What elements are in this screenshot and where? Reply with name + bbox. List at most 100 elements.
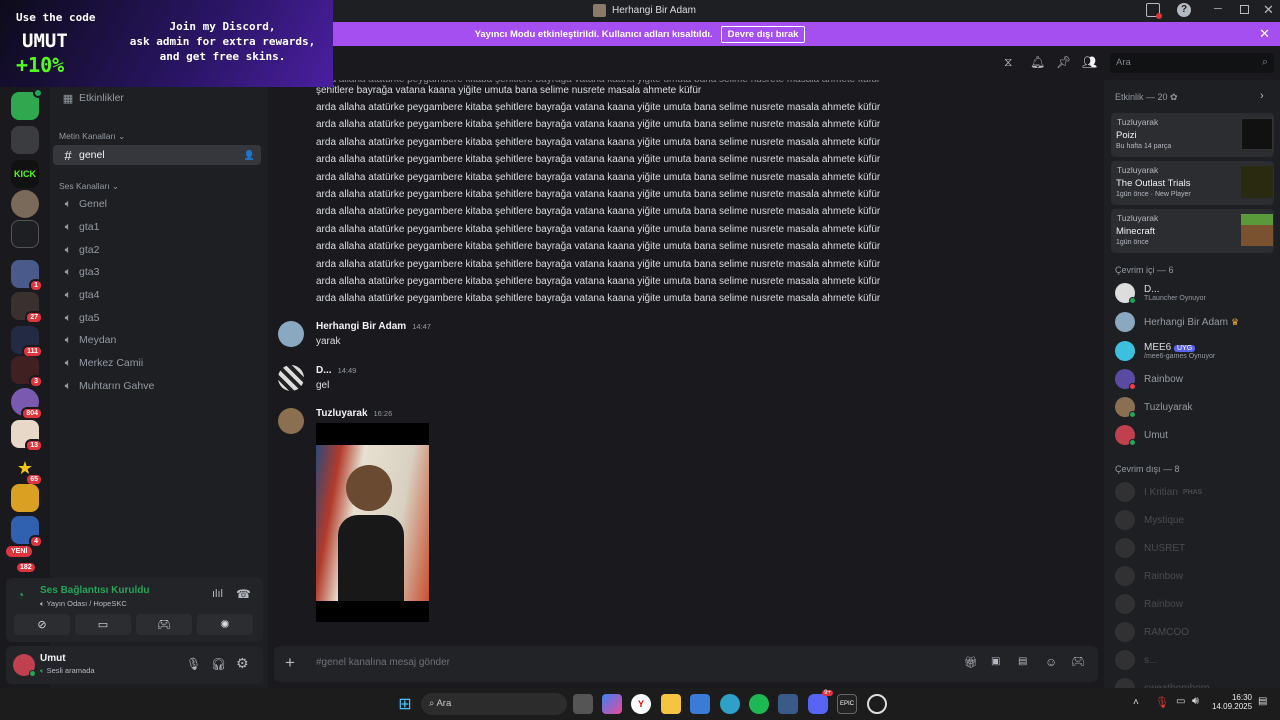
headphones-icon[interactable]: 🎧︎	[211, 657, 226, 671]
message-input[interactable]: #genel kanalına mesaj gönder	[316, 657, 916, 668]
noise-suppression-icon[interactable]: ılıl	[212, 588, 223, 600]
member-item[interactable]: Rainbow	[1115, 368, 1183, 390]
apps-icon[interactable]: 🎮︎	[1071, 655, 1085, 668]
member-item[interactable]: Tuzluyarak	[1115, 396, 1193, 418]
clock[interactable]: 16:30 14.09.2025	[1212, 693, 1252, 711]
discord-icon[interactable]: 9+	[808, 690, 833, 714]
add-attachment-icon[interactable]: +	[285, 653, 295, 673]
voice-channel[interactable]: 🔈︎ Merkez Camii	[53, 353, 261, 373]
voice-channel[interactable]: 🔈︎ gta5	[53, 308, 261, 328]
chevron-up-icon[interactable]: ˄	[1133, 697, 1139, 708]
volume-icon[interactable]: 🔊︎	[1192, 695, 1199, 708]
edge-icon[interactable]	[720, 694, 740, 714]
member-list-icon[interactable]: 👥︎	[1082, 55, 1097, 69]
folder-icon[interactable]	[661, 694, 681, 714]
minimize-icon[interactable]: ─	[1214, 3, 1222, 15]
camera-off-button[interactable]: ⊘	[14, 614, 70, 635]
activities-button[interactable]: 🎮︎	[136, 614, 192, 635]
taskbar-search[interactable]: ⌕ Ara	[421, 693, 567, 715]
server-icon[interactable]	[11, 484, 39, 512]
member-item[interactable]: D... TLauncher Oynuyor	[1115, 282, 1206, 304]
help-icon[interactable]: ?	[1177, 3, 1191, 17]
pin-icon[interactable]: 📌︎	[1056, 55, 1071, 69]
server-icon[interactable]: 27	[11, 292, 43, 324]
server-icon[interactable]: 111	[11, 326, 43, 358]
voice-channel[interactable]: 🔈︎ gta1	[53, 217, 261, 237]
search-input[interactable]: Ara ⌕	[1110, 53, 1274, 73]
voice-category[interactable]: Ses Kanalları ⌄	[59, 181, 119, 192]
activity-card[interactable]: Tuzluyarak Poizi Bu hafta 14 parça	[1111, 113, 1274, 157]
activity-card[interactable]: Tuzluyarak The Outlast Trials 1gün önce …	[1111, 161, 1274, 205]
member-item[interactable]: Rainbow	[1115, 593, 1183, 615]
maximize-icon[interactable]	[1240, 5, 1249, 14]
screen-share-button[interactable]: ▭	[75, 614, 131, 635]
events-item[interactable]: ▦ Etkinlikler	[53, 88, 261, 108]
voice-channel[interactable]: 🔈︎ Genel	[53, 194, 261, 214]
image-attachment[interactable]	[316, 423, 429, 622]
member-item[interactable]: s...	[1115, 649, 1157, 671]
voice-channel[interactable]: 🔈︎ Muhtarın Gahve	[53, 376, 261, 396]
add-member-icon[interactable]: 👤	[244, 150, 255, 161]
message-author[interactable]: D...	[316, 365, 332, 376]
server-icon[interactable]: 3	[11, 356, 43, 388]
gift-icon[interactable]: 🎁︎	[964, 656, 978, 669]
store-icon[interactable]	[573, 694, 593, 714]
member-item[interactable]: I Kritian PHAS	[1115, 481, 1202, 503]
avatar[interactable]	[278, 365, 304, 391]
avatar[interactable]	[278, 321, 304, 347]
server-icon[interactable]: 4	[11, 516, 43, 548]
server-icon[interactable]	[11, 220, 39, 248]
gif-icon[interactable]: ▣	[991, 656, 1000, 667]
yandex-icon[interactable]: Y	[631, 694, 651, 714]
server-icon[interactable]	[11, 190, 39, 218]
star-server-icon[interactable]: ★ 65	[11, 454, 43, 486]
member-item[interactable]: Mystique	[1115, 509, 1184, 531]
server-icon[interactable]	[11, 88, 43, 120]
member-item[interactable]: RAMCOO	[1115, 621, 1189, 643]
message-author[interactable]: Herhangi Bir Adam	[316, 321, 406, 332]
copilot-icon[interactable]	[602, 694, 622, 714]
disable-streamer-mode-button[interactable]: Devre dışı bırak	[720, 25, 806, 43]
microphone-icon[interactable]: 🎙︎	[1155, 696, 1169, 709]
voice-channel[interactable]: 🔈︎ Meydan	[53, 330, 261, 350]
voice-channel[interactable]: 🔈︎ gta3	[53, 262, 261, 282]
emoji-icon[interactable]: ☺	[1045, 655, 1057, 669]
avatar[interactable]	[13, 654, 36, 677]
network-icon[interactable]: ▭	[1176, 696, 1185, 707]
threads-icon[interactable]: ⧖	[1004, 55, 1012, 70]
start-icon[interactable]: ⊞	[395, 694, 415, 714]
server-icon[interactable]	[11, 126, 39, 154]
spotify-icon[interactable]	[749, 694, 769, 714]
microphone-icon[interactable]: 🎙︎	[186, 657, 201, 671]
member-item[interactable]: Rainbow	[1115, 565, 1183, 587]
text-category[interactable]: Metin Kanalları ⌄	[59, 131, 125, 142]
activity-card[interactable]: Tuzluyarak Minecraft 1gün önce	[1111, 209, 1274, 253]
voice-channel[interactable]: 🔈︎ gta4	[53, 285, 261, 305]
voice-location[interactable]: 🔈︎ Yayın Odası / HopeSKC	[40, 599, 127, 609]
channel-genel[interactable]: # genel 👤	[53, 145, 261, 165]
chevron-right-icon[interactable]: ›	[1260, 90, 1264, 102]
epic-games-icon[interactable]: EPIC	[837, 694, 857, 714]
voice-channel[interactable]: 🔈︎ gta2	[53, 240, 261, 260]
notification-icon[interactable]: ▤	[1258, 696, 1267, 707]
member-item[interactable]: NUSRET	[1115, 537, 1185, 559]
member-item[interactable]: Herhangi Bir Adam ♛	[1115, 311, 1239, 333]
member-item[interactable]: MEE6 UYG/mee6-games Oynuyor	[1115, 340, 1215, 362]
signal-icon[interactable]: ◔	[17, 588, 24, 602]
disconnect-icon[interactable]: ☎	[236, 587, 251, 601]
message-author[interactable]: Tuzluyarak	[316, 408, 368, 419]
server-kick[interactable]: KICK	[11, 160, 39, 188]
app-icon[interactable]	[778, 694, 798, 714]
bell-icon[interactable]: 🔔︎	[1030, 55, 1045, 69]
member-item[interactable]: Umut	[1115, 424, 1168, 446]
avatar[interactable]	[278, 408, 304, 434]
server-icon[interactable]: 13	[11, 420, 43, 452]
close-icon[interactable]: ✕	[1263, 2, 1274, 18]
app-icon[interactable]	[867, 694, 887, 714]
server-icon[interactable]: 804	[11, 388, 43, 420]
notepad-icon[interactable]	[690, 694, 710, 714]
close-banner-icon[interactable]: ✕	[1259, 26, 1270, 42]
server-icon[interactable]: 1	[11, 260, 43, 292]
soundboard-button[interactable]: ✺	[197, 614, 253, 635]
gear-icon[interactable]: ⚙	[236, 655, 249, 672]
